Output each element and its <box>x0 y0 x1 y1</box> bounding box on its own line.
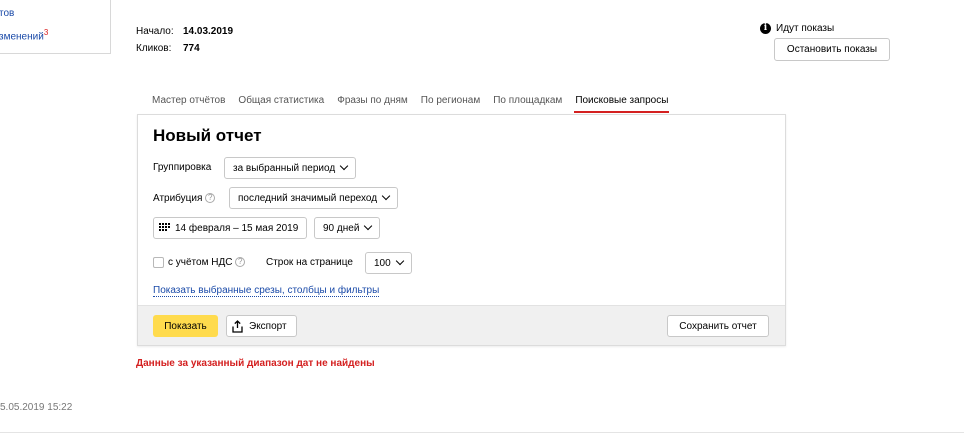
info-icon: i <box>760 23 771 34</box>
chevron-down-icon <box>395 256 404 266</box>
show-report-button[interactable]: Показать <box>153 315 218 337</box>
tab-report-master[interactable]: Мастер отчётов <box>152 95 225 115</box>
vat-checkbox[interactable] <box>153 257 164 268</box>
vat-label-text: с учётом НДС <box>168 257 233 268</box>
left-link-2[interactable]: зменений3 <box>0 28 48 42</box>
attribution-dropdown-value: последний значимый переход <box>238 192 378 204</box>
grouping-label: Группировка <box>153 162 212 173</box>
export-button-label: Экспорт <box>249 320 287 332</box>
period-dropdown-value: 90 дней <box>323 222 360 234</box>
chevron-down-icon <box>339 161 349 171</box>
stop-impressions-button[interactable]: Остановить показы <box>774 38 890 61</box>
start-label: Начало: <box>136 26 174 37</box>
tab-phrases-by-day[interactable]: Фразы по дням <box>337 95 408 115</box>
clicks-value: 774 <box>183 43 200 54</box>
clicks-label: Кликов: <box>136 43 172 54</box>
error-message: Данные за указанный диапазон дат не найд… <box>136 358 375 369</box>
attribution-label: Атрибуция ? <box>153 193 216 204</box>
date-range-value: 14 февраля – 15 мая 2019 <box>175 222 299 234</box>
help-icon[interactable]: ? <box>235 257 246 268</box>
period-dropdown[interactable]: 90 дней <box>314 217 381 239</box>
show-slices-link[interactable]: Показать выбранные срезы, столбцы и филь… <box>153 285 380 297</box>
tab-by-regions[interactable]: По регионам <box>421 95 480 115</box>
rows-per-page-label: Строк на странице <box>266 257 353 268</box>
rows-per-page-value: 100 <box>374 257 391 269</box>
left-panel: тов зменений3 <box>0 0 111 54</box>
start-value: 14.03.2019 <box>183 26 234 37</box>
grouping-dropdown[interactable]: за выбранный период <box>224 157 357 179</box>
status-text: Идут показы <box>776 23 835 34</box>
rows-per-page-dropdown[interactable]: 100 <box>365 252 412 274</box>
report-tabs: Мастер отчётов Общая статистика Фразы по… <box>152 95 681 115</box>
tab-general-stats[interactable]: Общая статистика <box>238 95 324 115</box>
date-range-picker[interactable]: 14 февраля – 15 мая 2019 <box>153 217 308 239</box>
report-title: Новый отчет <box>153 126 262 145</box>
bottom-divider <box>0 432 964 433</box>
status-line: i Идут показы <box>760 23 834 34</box>
save-report-button[interactable]: Сохранить отчет <box>667 315 769 337</box>
left-link-2-sup: 3 <box>43 28 49 37</box>
vat-label: с учётом НДС ? <box>168 257 246 268</box>
grouping-dropdown-value: за выбранный период <box>233 162 336 174</box>
attribution-dropdown[interactable]: последний значимый переход <box>229 187 399 209</box>
chevron-down-icon <box>364 221 373 231</box>
calendar-icon <box>159 223 170 231</box>
left-link-2-text: зменений <box>0 31 44 43</box>
attribution-label-text: Атрибуция <box>153 193 203 204</box>
chevron-down-icon <box>381 191 391 201</box>
left-link-1[interactable]: тов <box>0 8 14 19</box>
export-icon <box>232 319 243 333</box>
tab-search-queries[interactable]: Поисковые запросы <box>574 95 670 115</box>
last-updated-timestamp: 5.05.2019 15:22 <box>0 402 73 413</box>
tab-by-sites[interactable]: По площадкам <box>493 95 562 115</box>
help-icon[interactable]: ? <box>205 193 216 204</box>
export-button[interactable]: Экспорт <box>226 315 297 337</box>
